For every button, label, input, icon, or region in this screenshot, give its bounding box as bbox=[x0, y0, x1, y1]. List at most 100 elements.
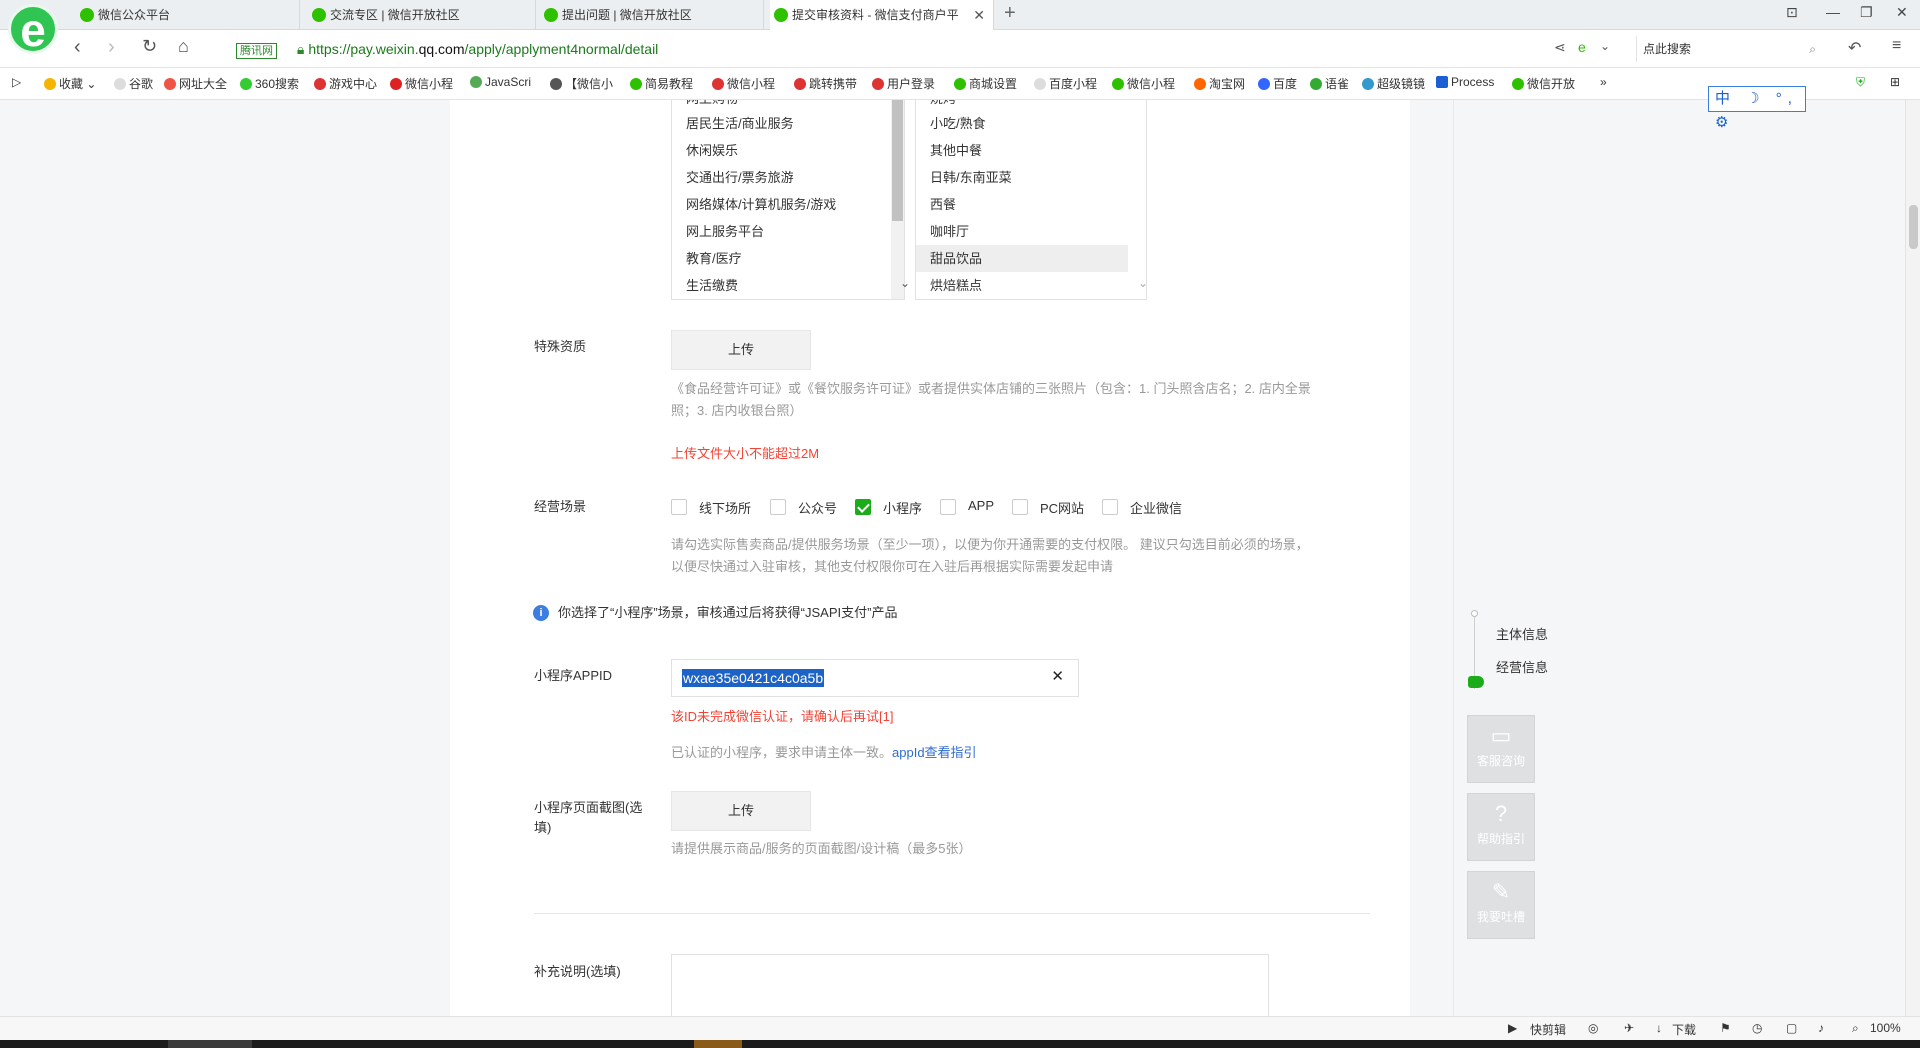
zoom-level[interactable]: 100% bbox=[1870, 1021, 1901, 1035]
tab-submit-review[interactable]: 提交审核资料 - 微信支付商户平 ✕ bbox=[770, 0, 994, 30]
help-guide-button[interactable]: ? 帮助指引 bbox=[1467, 793, 1535, 861]
volume-icon[interactable]: ♪ bbox=[1818, 1021, 1824, 1035]
sidebar-toggle-icon[interactable]: ▷ bbox=[12, 75, 21, 89]
bookmark-wx1[interactable]: 微信小程 bbox=[390, 75, 453, 92]
scene-offline-checkbox[interactable] bbox=[671, 499, 687, 515]
special-qual-upload-button[interactable]: 上传 bbox=[671, 330, 811, 370]
tab-community-exchange[interactable]: 交流专区 | 微信开放社区 bbox=[308, 0, 536, 30]
scene-wecom-checkbox[interactable] bbox=[1102, 499, 1118, 515]
favorites-window-icon[interactable]: ⊡ bbox=[1786, 4, 1798, 21]
bookmark-google[interactable]: 谷歌 bbox=[114, 75, 153, 92]
download-icon[interactable]: ↓ bbox=[1656, 1021, 1662, 1035]
apps-grid-icon[interactable]: ⊞ bbox=[1890, 75, 1900, 89]
refresh-speed-icon[interactable]: ◎ bbox=[1588, 1021, 1598, 1035]
clear-icon[interactable]: ✕ bbox=[1051, 667, 1064, 685]
zoom-icon[interactable]: ⌕ bbox=[1852, 1021, 1859, 1036]
list-item[interactable]: 网上服务平台 bbox=[672, 218, 904, 245]
reload-icon[interactable]: ↻ bbox=[142, 36, 157, 57]
history-icon[interactable]: ◷ bbox=[1752, 1021, 1762, 1035]
bookmark-mall[interactable]: 商城设置 bbox=[954, 75, 1017, 92]
clip-icon[interactable]: ▶ bbox=[1508, 1021, 1517, 1035]
list-item-selected[interactable]: 甜品饮品 bbox=[916, 245, 1128, 272]
close-tab-icon[interactable]: ✕ bbox=[973, 0, 985, 30]
bookmark-wx4[interactable]: 微信小程 bbox=[1112, 75, 1175, 92]
window-icon[interactable]: ▢ bbox=[1786, 1021, 1797, 1035]
appid-guide-link[interactable]: appId查看指引 bbox=[892, 745, 977, 760]
category-list-secondary[interactable]: 烧烤 小吃/熟食 其他中餐 日韩/东南亚菜 西餐 咖啡厅 甜品饮品 烘焙糕点 bbox=[915, 100, 1147, 300]
forward-icon[interactable]: › bbox=[108, 36, 115, 59]
flag-icon[interactable]: ⚑ bbox=[1720, 1021, 1731, 1035]
scene-mini-program-checkbox[interactable] bbox=[855, 499, 871, 515]
scrollbar[interactable] bbox=[891, 100, 904, 299]
appid-input[interactable]: wxae35e0421c4c0a5b ✕ bbox=[671, 659, 1079, 697]
tab-wechat-mp[interactable]: 微信公众平台 bbox=[76, 0, 300, 30]
bookmark-baidu-mp[interactable]: 百度小程 bbox=[1034, 75, 1097, 92]
feedback-button[interactable]: ✎ 我要吐槽 bbox=[1467, 871, 1535, 939]
tab-ask-question[interactable]: 提出问题 | 微信开放社区 bbox=[540, 0, 764, 30]
bookmark-taobao[interactable]: 淘宝网 bbox=[1194, 75, 1245, 92]
ime-toolbar[interactable]: 中 ☽ °, ⚙ bbox=[1708, 86, 1806, 131]
chevron-down-icon[interactable]: ⌄ bbox=[1138, 276, 1148, 290]
bookmark-favorites[interactable]: 收藏 ⌄ bbox=[44, 75, 96, 92]
list-item[interactable]: 日韩/东南亚菜 bbox=[916, 164, 1146, 191]
scene-app-checkbox[interactable] bbox=[940, 499, 956, 515]
list-item[interactable]: 交通出行/票务旅游 bbox=[672, 164, 904, 191]
address-bar[interactable]: 腾讯网 🔒︎ https://pay.weixin.qq.com/apply/ap… bbox=[236, 38, 658, 60]
new-tab-button[interactable]: + bbox=[1004, 2, 1016, 25]
home-icon[interactable]: ⌂ bbox=[178, 36, 189, 57]
step-business-info[interactable]: 经营信息 bbox=[1496, 657, 1548, 676]
shield-icon[interactable]: ⛨ bbox=[1856, 75, 1865, 90]
category-list-primary[interactable]: 网上购物 居民生活/商业服务 休闲娱乐 交通出行/票务旅游 网络媒体/计算机服务… bbox=[671, 100, 905, 300]
chevron-down-icon[interactable]: ⌄ bbox=[900, 276, 910, 290]
bookmark-wx3[interactable]: 微信小程 bbox=[712, 75, 775, 92]
bookmark-games[interactable]: 游戏中心 bbox=[314, 75, 377, 92]
bookmark-tutorial[interactable]: 简易教程 bbox=[630, 75, 693, 92]
clip-button[interactable]: 快剪辑 bbox=[1530, 1021, 1566, 1038]
bookmark-js[interactable]: JavaScri bbox=[470, 75, 531, 89]
restore-button[interactable]: ❐ bbox=[1860, 4, 1873, 21]
screenshot-upload-button[interactable]: 上传 bbox=[671, 791, 811, 831]
share-icon[interactable]: ⋖ bbox=[1554, 39, 1566, 56]
list-item[interactable]: 网络媒体/计算机服务/游戏 bbox=[672, 191, 904, 218]
scene-pc-site-checkbox[interactable] bbox=[1012, 499, 1028, 515]
search-icon[interactable]: ⌕ bbox=[1809, 36, 1816, 62]
page-scrollbar[interactable] bbox=[1905, 100, 1920, 1016]
menu-icon[interactable]: ≡ bbox=[1892, 37, 1901, 55]
bookmark-mirror[interactable]: 超级镜镜 bbox=[1362, 75, 1425, 92]
bookmark-hao[interactable]: 网址大全 bbox=[164, 75, 227, 92]
search-input[interactable]: 点此搜索 ⌕ bbox=[1636, 36, 1822, 62]
pin-icon[interactable]: ✈ bbox=[1624, 1021, 1634, 1035]
bookmark-yuque[interactable]: 语雀 bbox=[1310, 75, 1349, 92]
list-item[interactable]: 其他中餐 bbox=[916, 137, 1146, 164]
step-main-info[interactable]: 主体信息 bbox=[1496, 624, 1548, 643]
bookmark-login[interactable]: 用户登录 bbox=[872, 75, 935, 92]
list-item[interactable]: 生活缴费 bbox=[672, 272, 904, 299]
taskbar-item[interactable] bbox=[168, 1040, 252, 1048]
taskbar-item[interactable] bbox=[694, 1040, 742, 1048]
more-bookmarks-icon[interactable]: » bbox=[1600, 75, 1607, 89]
bookmark-process[interactable]: Process bbox=[1436, 75, 1494, 89]
bookmark-wx-open[interactable]: 微信开放 bbox=[1512, 75, 1575, 92]
bookmark-wx2[interactable]: 【微信小 bbox=[550, 75, 613, 92]
list-item[interactable]: 休闲娱乐 bbox=[672, 137, 904, 164]
list-item[interactable]: 小吃/熟食 bbox=[916, 110, 1146, 137]
download-button[interactable]: 下载 bbox=[1672, 1021, 1696, 1038]
list-item[interactable]: 西餐 bbox=[916, 191, 1146, 218]
undo-icon[interactable]: ↶ bbox=[1848, 38, 1861, 58]
list-item[interactable]: 网上购物 bbox=[672, 100, 904, 110]
back-icon[interactable]: ‹ bbox=[74, 36, 81, 59]
list-item[interactable]: 烧烤 bbox=[916, 100, 1146, 110]
chevron-down-icon[interactable]: ⌄ bbox=[1600, 39, 1610, 53]
customer-service-button[interactable]: ▭ 客服咨询 bbox=[1467, 715, 1535, 783]
appid-value[interactable]: wxae35e0421c4c0a5b bbox=[682, 669, 825, 687]
scrollbar-thumb[interactable] bbox=[1909, 205, 1918, 249]
browser-e-icon[interactable]: e bbox=[1578, 39, 1586, 55]
scrollbar-thumb[interactable] bbox=[892, 100, 903, 221]
list-item[interactable]: 教育/医疗 bbox=[672, 245, 904, 272]
close-window-button[interactable]: ✕ bbox=[1896, 4, 1908, 21]
scene-official-account-checkbox[interactable] bbox=[770, 499, 786, 515]
minimize-button[interactable]: — bbox=[1826, 4, 1840, 20]
list-item[interactable]: 咖啡厅 bbox=[916, 218, 1146, 245]
list-item[interactable]: 烘焙糕点 bbox=[916, 272, 1146, 299]
bookmark-baidu[interactable]: 百度 bbox=[1258, 75, 1297, 92]
